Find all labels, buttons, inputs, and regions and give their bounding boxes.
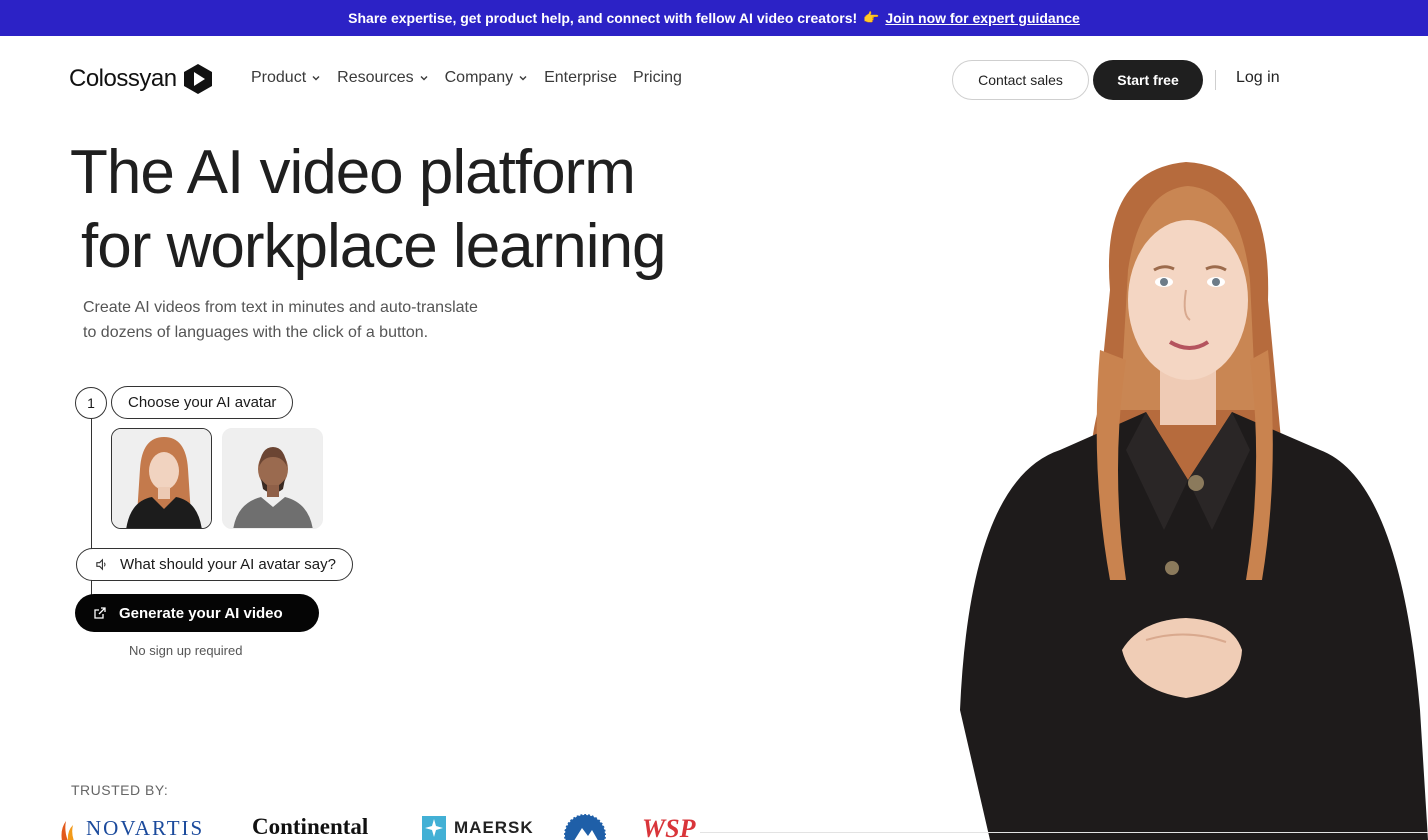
novartis-flame-icon (61, 820, 74, 840)
pointing-hand-icon: 👉 (863, 10, 880, 25)
step-number-badge: 1 (75, 387, 107, 419)
continental-logo: Continental (252, 814, 369, 839)
novartis-logo: NOVARTIS (58, 816, 204, 840)
headline-line-2: for workplace learning (81, 212, 667, 281)
headline-line-1: The AI video platform (70, 138, 636, 207)
trusted-by-label: TRUSTED BY: (71, 782, 169, 798)
nav-divider (1215, 70, 1216, 90)
main-menu: Product Resources Company Enterprise Pri… (251, 69, 682, 87)
mountain-badge-logo (563, 813, 607, 840)
wsp-logo: WSP (642, 814, 696, 840)
maersk-star-icon (422, 816, 446, 840)
avatar-script-prompt-text: What should your AI avatar say? (120, 556, 336, 573)
chevron-down-icon (420, 76, 428, 81)
menu-resources[interactable]: Resources (337, 69, 428, 87)
bottom-divider (700, 832, 1428, 833)
avatar-man-image (223, 429, 322, 528)
subtext-line-1: Create AI videos from text in minutes an… (83, 299, 478, 316)
top-navigation: Colossyan Product Resources Company Ente… (0, 36, 1428, 122)
menu-resources-label: Resources (337, 69, 414, 86)
logo-text: Colossyan (69, 65, 177, 92)
login-link[interactable]: Log in (1236, 69, 1280, 87)
avatar-woman-image (112, 429, 211, 528)
choose-avatar-label: Choose your AI avatar (111, 386, 294, 419)
logo-mark-icon (183, 64, 212, 94)
avatar-script-prompt[interactable]: What should your AI avatar say? (76, 548, 353, 581)
start-free-button[interactable]: Start free (1093, 60, 1203, 100)
avatar-option-woman[interactable] (111, 428, 212, 529)
menu-product[interactable]: Product (251, 69, 321, 87)
menu-company-label: Company (444, 69, 514, 86)
generate-video-label: Generate your AI video (119, 604, 283, 622)
menu-company[interactable]: Company (445, 69, 528, 87)
hero-subtext: Create AI videos from text in minutes an… (83, 295, 523, 345)
announcement-banner: Share expertise, get product help, and c… (0, 0, 1428, 36)
presenter-avatar-image (960, 162, 1428, 840)
chevron-down-icon (312, 76, 320, 81)
trusted-logos-row: NOVARTIS Continental MAERSK WSP (58, 808, 718, 840)
contact-sales-button[interactable]: Contact sales (952, 60, 1089, 100)
chevron-down-icon (519, 76, 527, 81)
generate-video-button[interactable]: Generate your AI video (75, 594, 319, 632)
maersk-wordmark: MAERSK (454, 818, 534, 837)
external-link-icon (94, 607, 106, 619)
speaker-icon (96, 558, 106, 571)
hero-headline: The AI video platform for workplace lear… (70, 136, 667, 284)
avatar-option-man[interactable] (222, 428, 323, 529)
menu-product-label: Product (251, 69, 307, 86)
colossyan-logo[interactable]: Colossyan (69, 63, 213, 95)
novartis-wordmark: NOVARTIS (86, 816, 205, 840)
menu-pricing[interactable]: Pricing (633, 69, 682, 87)
menu-pricing-label: Pricing (633, 69, 682, 86)
subtext-line-2: to dozens of languages with the click of… (83, 324, 429, 341)
banner-text: Share expertise, get product help, and c… (348, 10, 858, 26)
menu-enterprise[interactable]: Enterprise (544, 69, 617, 87)
menu-enterprise-label: Enterprise (544, 69, 618, 86)
no-signup-note: No sign up required (129, 643, 243, 658)
banner-join-link[interactable]: Join now for expert guidance (885, 10, 1079, 26)
maersk-logo: MAERSK (422, 816, 534, 840)
